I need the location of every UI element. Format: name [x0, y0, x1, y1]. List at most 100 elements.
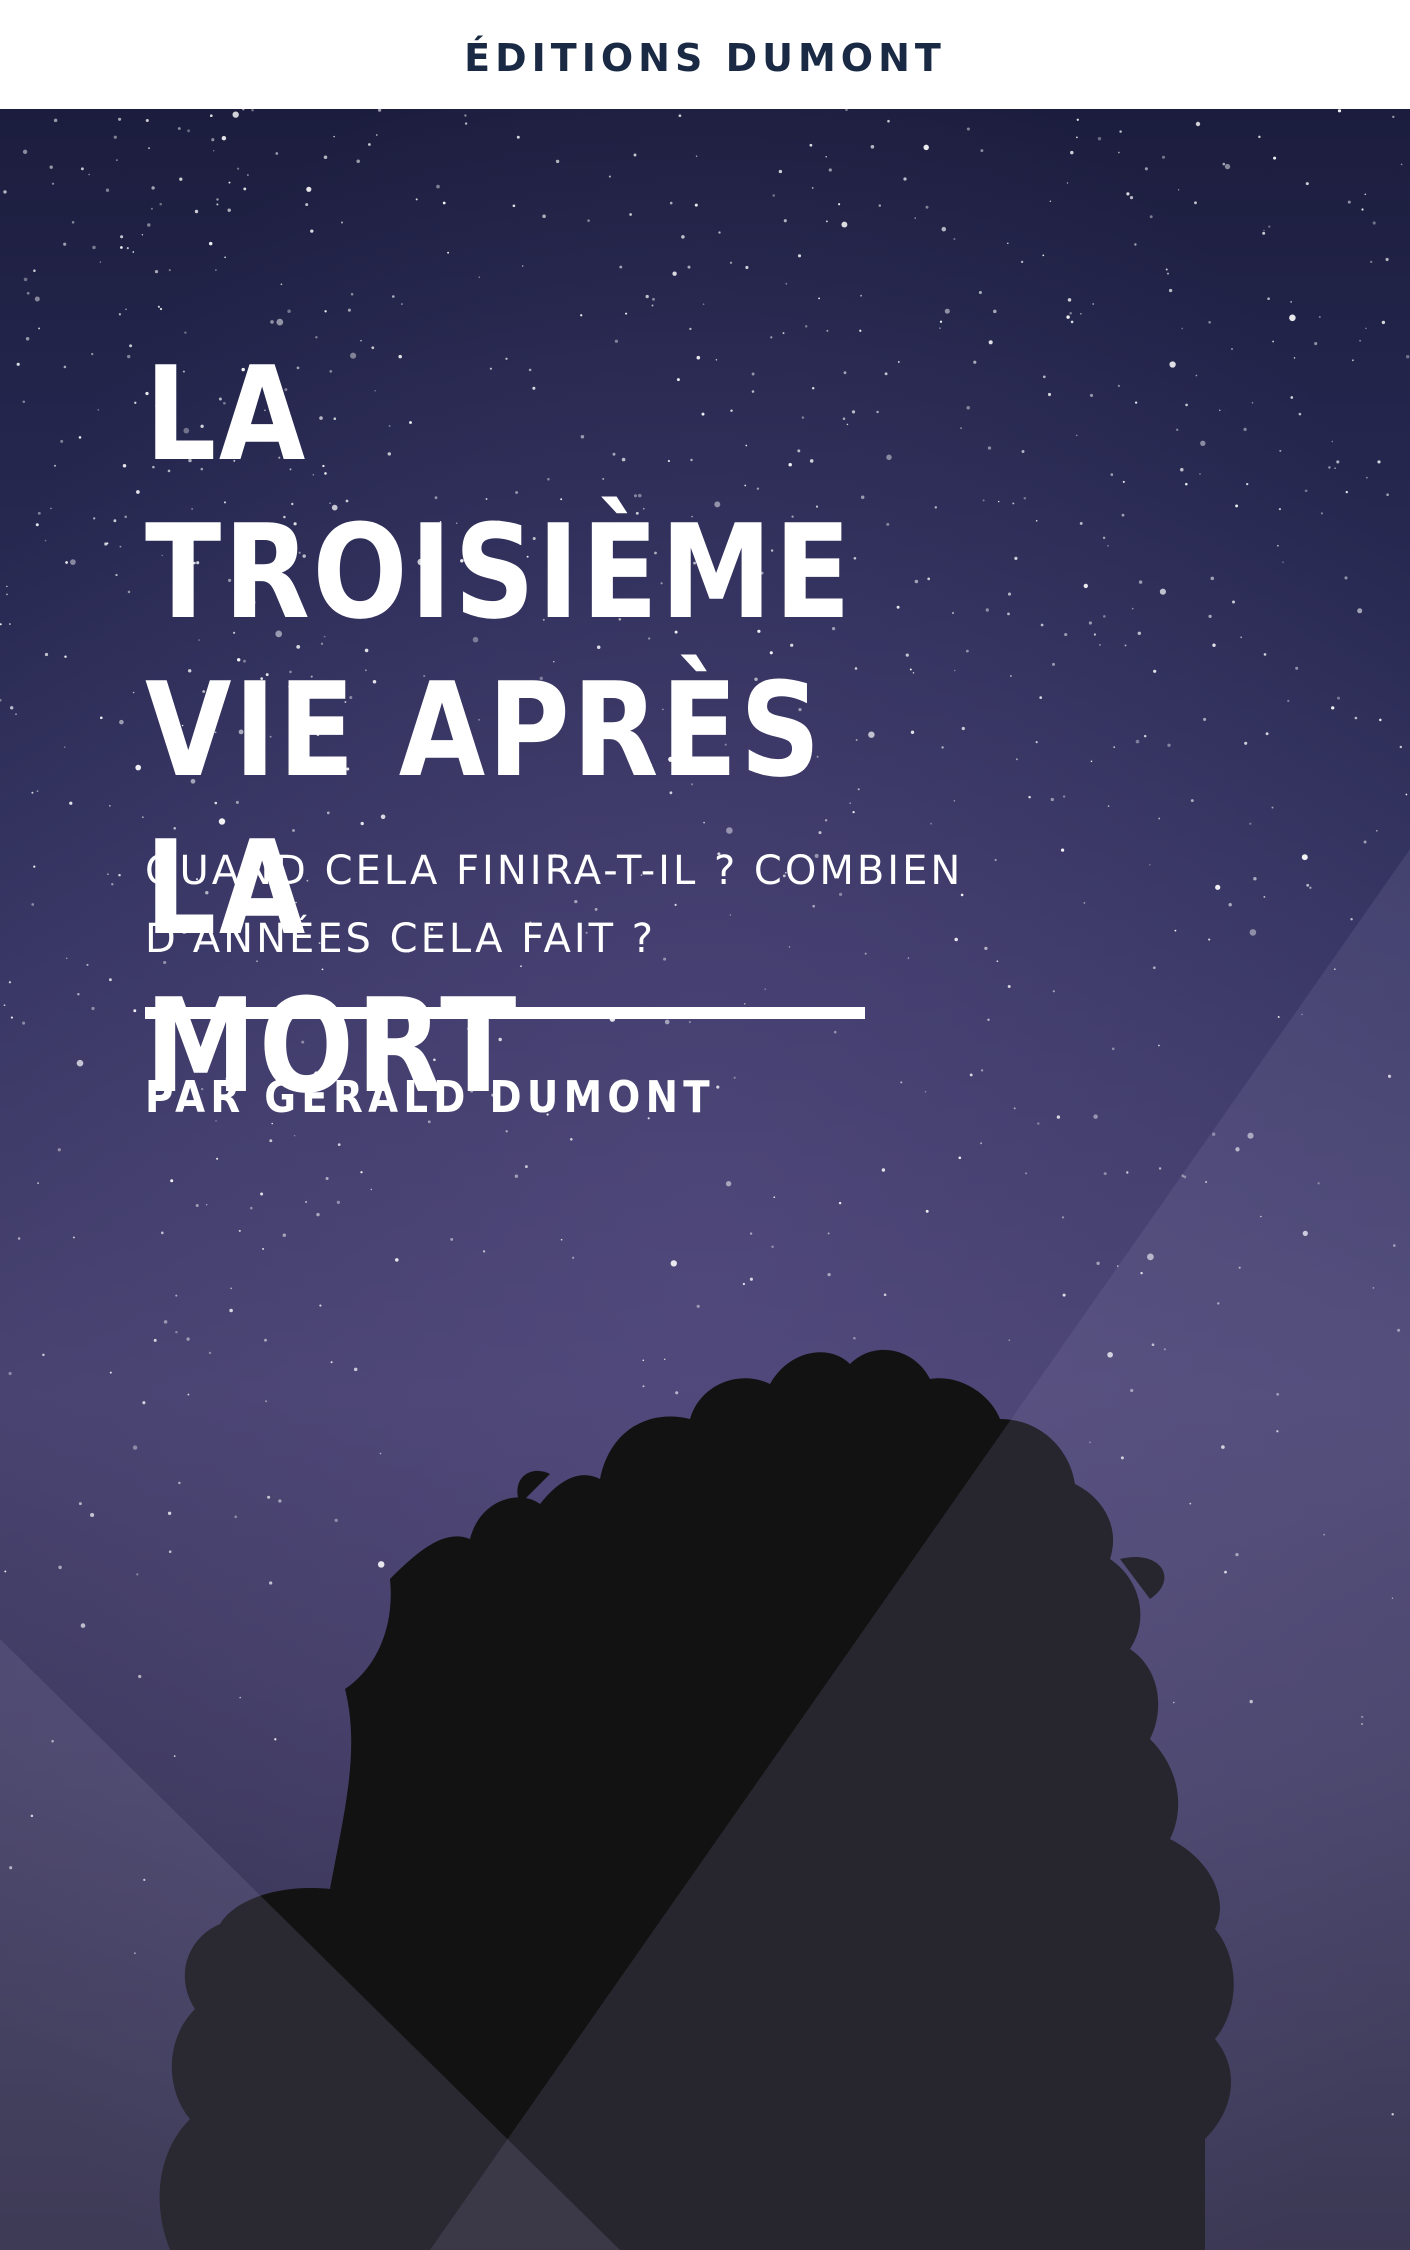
star: [150, 207, 153, 210]
star: [826, 329, 829, 332]
star: [1352, 359, 1354, 362]
star: [1251, 402, 1254, 404]
star: [147, 223, 151, 227]
star: [69, 801, 73, 805]
star: [1070, 320, 1074, 324]
star: [1161, 155, 1166, 159]
star: [1258, 135, 1261, 139]
star: [925, 205, 929, 209]
star: [186, 1337, 190, 1341]
star: [1185, 403, 1188, 407]
cover-artwork: LA TROISIÈME VIE APRÈS LA MORT QUAND CEL…: [0, 109, 1410, 2250]
star: [1357, 608, 1363, 614]
star: [118, 313, 122, 316]
star: [1176, 428, 1179, 431]
star: [702, 303, 705, 305]
star: [1153, 669, 1157, 673]
star: [1194, 201, 1197, 205]
star: [260, 1192, 264, 1196]
star: [77, 992, 80, 996]
star: [681, 235, 685, 239]
star: [818, 297, 821, 300]
star: [1135, 739, 1140, 744]
star: [6, 593, 8, 596]
star: [1337, 696, 1340, 700]
star: [1149, 215, 1153, 219]
star: [9, 623, 11, 625]
star: [109, 1371, 112, 1374]
star: [1347, 200, 1351, 204]
star: [8, 1371, 12, 1376]
star: [1381, 320, 1386, 325]
star: [1007, 985, 1011, 988]
star: [1052, 662, 1055, 666]
star: [163, 1320, 168, 1324]
star: [1049, 200, 1052, 203]
star: [1014, 556, 1018, 561]
star: [353, 1367, 358, 1372]
publisher-bar: ÉDITIONS DUMONT: [0, 0, 1410, 109]
star: [1117, 384, 1121, 388]
star: [1298, 412, 1302, 416]
star: [31, 903, 35, 906]
star: [400, 303, 403, 306]
star: [1305, 182, 1309, 186]
star: [966, 127, 970, 131]
star: [205, 1204, 208, 1206]
star: [1392, 115, 1395, 119]
star: [216, 198, 219, 201]
star: [1279, 449, 1282, 452]
book-subtitle: QUAND CELA FINIRA-T-IL ? COMBIEN D'ANNÉE…: [145, 848, 964, 962]
star: [619, 265, 623, 269]
star: [1089, 393, 1094, 397]
star: [1076, 136, 1078, 139]
star: [209, 114, 213, 118]
star: [337, 1143, 341, 1147]
star: [10, 1016, 13, 1019]
star: [1277, 544, 1279, 547]
star: [1177, 189, 1180, 191]
star: [1076, 118, 1079, 121]
star: [1124, 644, 1127, 647]
star: [1035, 520, 1038, 522]
star: [1219, 409, 1221, 411]
star: [379, 1452, 382, 1455]
star: [1050, 797, 1054, 802]
star: [1047, 392, 1052, 397]
star: [1278, 507, 1282, 511]
star: [1007, 612, 1010, 616]
star: [1199, 472, 1201, 475]
star: [1309, 886, 1312, 889]
star: [1137, 631, 1142, 636]
star: [695, 155, 698, 157]
star: [988, 340, 993, 345]
star: [1040, 623, 1044, 627]
star: [306, 186, 312, 192]
star: [725, 1181, 732, 1187]
star: [1090, 760, 1093, 763]
star: [1149, 863, 1151, 866]
star: [208, 1351, 212, 1355]
star: [33, 865, 36, 868]
star: [167, 1511, 172, 1516]
star: [6, 585, 8, 588]
star: [633, 153, 637, 157]
star: [1253, 877, 1257, 881]
star: [159, 307, 163, 311]
star: [1293, 357, 1296, 359]
star: [1240, 636, 1243, 639]
star: [524, 1165, 528, 1169]
star: [113, 519, 117, 523]
star: [672, 271, 677, 276]
star: [1195, 121, 1201, 127]
star: [51, 182, 55, 185]
star: [953, 237, 956, 241]
book-cover: ÉDITIONS DUMONT LA TROISIÈME VIE APRÈS L…: [0, 0, 1410, 2250]
star: [333, 135, 335, 138]
star: [208, 241, 213, 246]
star: [1110, 473, 1114, 476]
star: [1052, 990, 1055, 993]
star: [1272, 340, 1274, 343]
star: [125, 308, 127, 311]
star: [521, 265, 524, 267]
